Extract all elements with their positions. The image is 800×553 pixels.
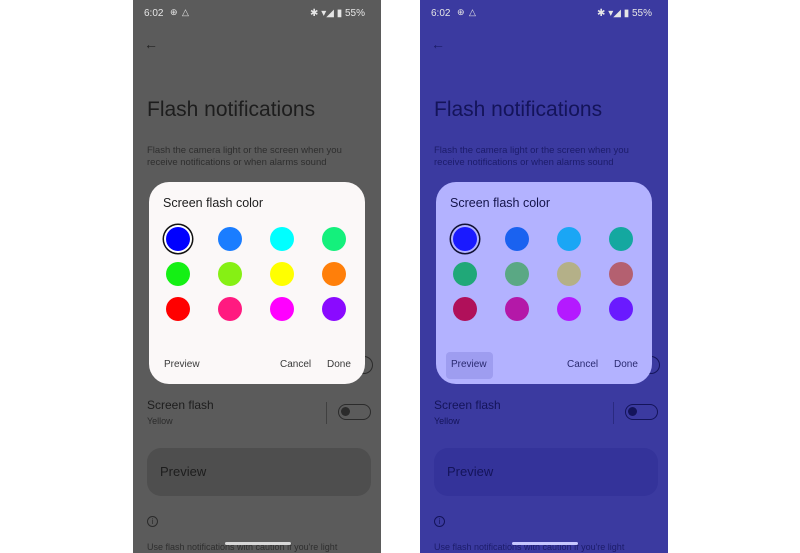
color-swatch[interactable] <box>505 297 529 321</box>
dialog-preview-button[interactable]: Preview <box>451 359 487 370</box>
color-swatch[interactable] <box>609 297 633 321</box>
color-swatch[interactable] <box>166 262 190 286</box>
color-swatch[interactable] <box>453 227 477 251</box>
preview-button-label: Preview <box>447 464 494 479</box>
screen-flash-label[interactable]: Screen flash <box>434 398 501 412</box>
color-swatch[interactable] <box>270 297 294 321</box>
toggle-knob <box>341 407 350 416</box>
color-swatch[interactable] <box>505 262 529 286</box>
color-swatch[interactable] <box>609 227 633 251</box>
dialog-title: Screen flash color <box>450 196 551 210</box>
back-arrow-icon[interactable]: ← <box>431 36 445 52</box>
color-swatch[interactable] <box>322 297 346 321</box>
preview-button[interactable]: Preview <box>147 448 371 496</box>
gesture-nav-handle[interactable] <box>512 542 578 545</box>
color-swatch[interactable] <box>166 297 190 321</box>
phone-screen-right: 6:02 ⊕ △ ✱ ▾◢ ▮ 55% ← Flash notification… <box>420 0 668 553</box>
color-swatch[interactable] <box>609 262 633 286</box>
info-icon: i <box>434 516 445 527</box>
page-title: Flash notifications <box>147 98 316 121</box>
dialog-cancel-button[interactable]: Cancel <box>280 359 311 370</box>
page-title: Flash notifications <box>434 98 603 121</box>
dialog-title: Screen flash color <box>163 196 264 210</box>
status-bar: 6:02 ⊕ △ ✱ ▾◢ ▮ 55% <box>420 0 668 28</box>
screen-flash-label[interactable]: Screen flash <box>147 398 214 412</box>
preview-button[interactable]: Preview <box>434 448 658 496</box>
color-swatch[interactable] <box>322 227 346 251</box>
color-swatch[interactable] <box>270 262 294 286</box>
phone-screen-left: 6:02 ⊕ △ ✱ ▾◢ ▮ 55% ← Flash notification… <box>133 0 381 553</box>
status-time: 6:02 <box>144 8 164 19</box>
screen-flash-value: Yellow <box>147 416 173 426</box>
color-swatch[interactable] <box>557 227 581 251</box>
color-swatch[interactable] <box>557 262 581 286</box>
color-swatch[interactable] <box>453 262 477 286</box>
screen-flash-color-dialog: Screen flash color Preview Cancel Done <box>436 182 652 384</box>
status-bar: 6:02 ⊕ △ ✱ ▾◢ ▮ 55% <box>133 0 381 28</box>
battery-indicator: ✱ ▾◢ ▮ 55% <box>310 8 365 19</box>
color-swatch[interactable] <box>166 227 190 251</box>
status-time: 6:02 <box>431 8 451 19</box>
color-swatch[interactable] <box>218 297 242 321</box>
battery-level: 55% <box>344 8 365 19</box>
back-arrow-icon[interactable]: ← <box>144 36 158 52</box>
status-icons: ✱ ▾◢ ▮ <box>597 8 630 19</box>
color-swatch[interactable] <box>270 227 294 251</box>
color-swatch[interactable] <box>453 297 477 321</box>
color-swatch[interactable] <box>505 227 529 251</box>
battery-level: 55% <box>631 8 652 19</box>
divider <box>613 402 614 424</box>
info-icon: i <box>147 516 158 527</box>
color-swatch[interactable] <box>218 262 242 286</box>
notification-icons: ⊕ △ <box>170 7 190 17</box>
screen-flash-color-dialog: Screen flash color Preview Cancel Done <box>149 182 365 384</box>
toggle-knob <box>628 407 637 416</box>
dialog-done-button[interactable]: Done <box>614 359 638 370</box>
status-icons: ✱ ▾◢ ▮ <box>310 8 343 19</box>
battery-indicator: ✱ ▾◢ ▮ 55% <box>597 8 652 19</box>
color-swatch[interactable] <box>322 262 346 286</box>
color-swatch[interactable] <box>557 297 581 321</box>
screen-flash-toggle[interactable] <box>338 404 371 420</box>
page-description: Flash the camera light or the screen whe… <box>434 145 629 168</box>
preview-button-label: Preview <box>160 464 207 479</box>
divider <box>326 402 327 424</box>
page-description: Flash the camera light or the screen whe… <box>147 145 342 168</box>
screen-flash-toggle[interactable] <box>625 404 658 420</box>
color-swatch[interactable] <box>218 227 242 251</box>
notification-icons: ⊕ △ <box>457 7 477 17</box>
dialog-cancel-button[interactable]: Cancel <box>567 359 598 370</box>
dialog-done-button[interactable]: Done <box>327 359 351 370</box>
gesture-nav-handle[interactable] <box>225 542 291 545</box>
dialog-preview-button[interactable]: Preview <box>164 359 200 370</box>
screen-flash-value: Yellow <box>434 416 460 426</box>
